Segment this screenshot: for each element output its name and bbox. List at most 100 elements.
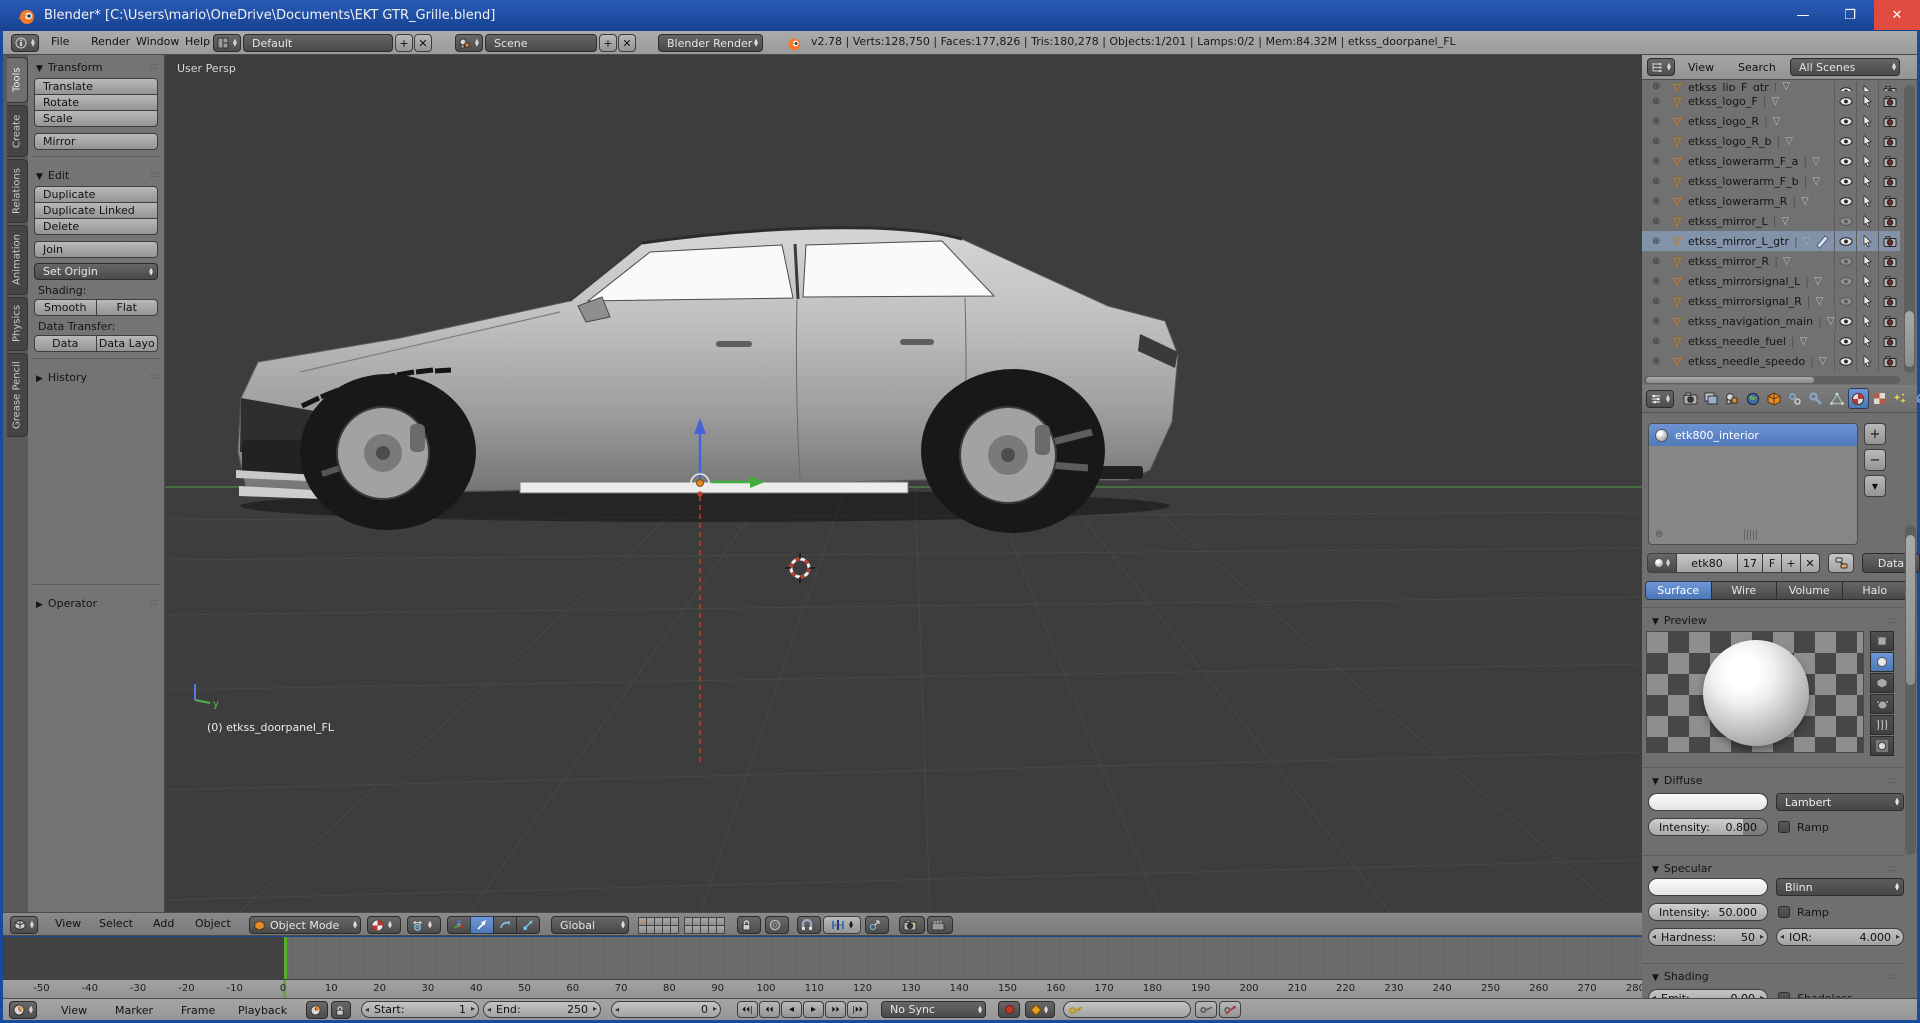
opengl-render-image-button[interactable] — [899, 916, 925, 934]
visibility-eye-toggle[interactable] — [1834, 351, 1856, 371]
visibility-eye-toggle[interactable] — [1834, 291, 1856, 311]
visibility-eye-toggle[interactable] — [1834, 271, 1856, 291]
scene-icon-button[interactable]: ▲▼ — [455, 34, 483, 52]
menu-file[interactable]: File — [51, 35, 69, 48]
timeline-menu-marker[interactable]: Marker — [115, 1004, 153, 1017]
preview-panel-header[interactable]: ▼Preview:::: — [1642, 607, 1904, 631]
scale-button[interactable]: Scale — [34, 110, 158, 127]
renderability-toggle[interactable] — [1878, 311, 1900, 331]
renderability-toggle[interactable] — [1878, 91, 1900, 111]
timeline-canvas[interactable] — [3, 937, 1642, 979]
insert-keyframe-button[interactable] — [1195, 1001, 1217, 1018]
history-panel-header[interactable]: ▶History:::: — [28, 365, 164, 388]
node-editor-button[interactable] — [1828, 553, 1854, 573]
renderability-toggle[interactable] — [1878, 171, 1900, 191]
object-name[interactable]: etkss_lowerarm_R — [1688, 195, 1787, 208]
selectability-toggle[interactable] — [1856, 311, 1878, 331]
object-name[interactable]: etkss_mirror_L_gtr — [1688, 235, 1789, 248]
visibility-eye-toggle[interactable] — [1835, 311, 1857, 331]
renderability-toggle[interactable] — [1878, 271, 1900, 291]
outliner-row[interactable]: ⊕ ▽ etkss_mirror_L | ▽ — [1642, 211, 1900, 231]
timeline-ruler[interactable]: -50-40-30-20-100102030405060708090100110… — [3, 979, 1642, 998]
play-button[interactable]: ▸ — [803, 1001, 824, 1018]
renderability-toggle[interactable] — [1878, 231, 1900, 251]
sync-dropdown[interactable]: No Sync ▲▼ — [881, 1001, 986, 1018]
material-name-field[interactable]: etk80 — [1676, 553, 1738, 573]
object-data-tab[interactable] — [1827, 388, 1848, 409]
scene-selector[interactable]: Scene — [485, 34, 597, 52]
mode-selector[interactable]: Object Mode ▲▼ — [249, 916, 361, 934]
specular-intensity-slider[interactable]: Intensity: 50.000 — [1648, 903, 1768, 921]
expand-icon[interactable]: ⊕ — [1652, 236, 1668, 247]
modifiers-tab[interactable] — [1806, 388, 1827, 409]
object-name[interactable]: etkss_mirror_L — [1688, 215, 1768, 228]
texture-tab[interactable] — [1869, 388, 1890, 409]
renderability-toggle[interactable] — [1878, 111, 1900, 131]
outliner-vertical-scrollbar[interactable] — [1904, 85, 1915, 373]
object-name[interactable]: etkss_logo_R — [1688, 115, 1759, 128]
diffuse-color-swatch[interactable] — [1648, 793, 1768, 811]
object-name[interactable]: etkss_lowerarm_F_a — [1688, 155, 1798, 168]
diffuse-panel-header[interactable]: ▼Diffuse:::: — [1642, 767, 1904, 791]
object-tab[interactable] — [1764, 388, 1785, 409]
tab-animation[interactable]: Animation — [7, 225, 28, 295]
selectability-toggle[interactable] — [1856, 251, 1878, 271]
snap-element-selector[interactable]: ▲▼ — [823, 916, 861, 934]
render-tab[interactable] — [1680, 388, 1701, 409]
visibility-eye-toggle[interactable] — [1834, 251, 1856, 271]
selectability-toggle[interactable] — [1856, 271, 1878, 291]
timeline-playhead[interactable] — [284, 937, 287, 979]
scrollbar-thumb[interactable] — [1646, 377, 1814, 383]
car-model[interactable] — [236, 228, 1178, 533]
material-tab-selected[interactable] — [1848, 388, 1869, 409]
shading-panel-header[interactable]: ▼Shading:::: — [1642, 963, 1904, 987]
object-name[interactable]: etkss_lip_F_gtr — [1688, 81, 1769, 91]
edit-panel-header[interactable]: ▼Edit:::: — [28, 163, 164, 186]
editor-type-button[interactable]: ▲▼ — [1647, 58, 1675, 76]
viewport-menu-object[interactable]: Object — [195, 917, 231, 930]
render-layers-tab[interactable] — [1701, 388, 1722, 409]
viewport-shading-selector[interactable]: ▲▼ — [367, 916, 401, 934]
layers-widget-2[interactable] — [685, 917, 725, 934]
jump-prev-keyframe-button[interactable]: ⏴⏴ — [759, 1001, 780, 1018]
timeline-menu-playback[interactable]: Playback — [238, 1004, 287, 1017]
selectability-toggle[interactable] — [1856, 151, 1878, 171]
decrement-arrow-icon[interactable]: ◂ — [1652, 932, 1656, 941]
visibility-eye-toggle[interactable] — [1834, 211, 1856, 231]
selectability-toggle[interactable] — [1856, 211, 1878, 231]
surface-tab[interactable]: Surface — [1645, 581, 1712, 600]
minimize-button[interactable]: — — [1780, 0, 1826, 30]
diffuse-intensity-slider[interactable]: Intensity: 0.800 — [1648, 818, 1768, 836]
join-button[interactable]: Join — [34, 241, 158, 258]
expand-icon[interactable]: ⊕ — [1652, 81, 1668, 91]
close-scene-button[interactable]: ✕ — [618, 34, 636, 52]
selectability-toggle[interactable] — [1856, 351, 1878, 371]
renderability-toggle[interactable] — [1878, 351, 1900, 371]
outliner-menu-search[interactable]: Search — [1738, 61, 1776, 74]
visibility-eye-toggle[interactable] — [1834, 171, 1856, 191]
play-reverse-button[interactable]: ◂ — [781, 1001, 802, 1018]
selectability-toggle[interactable] — [1856, 171, 1878, 191]
list-resize-grip[interactable] — [1744, 530, 1758, 540]
selectability-toggle[interactable] — [1856, 91, 1878, 111]
timeline-menu-frame[interactable]: Frame — [181, 1004, 215, 1017]
timeline-menu-view[interactable]: View — [61, 1004, 87, 1017]
browse-material-button[interactable]: ▲▼ — [1647, 553, 1677, 573]
editor-type-button[interactable]: ▲▼ — [11, 34, 39, 52]
jump-to-start-button[interactable]: ⏴⏴| — [737, 1001, 758, 1018]
outliner-row[interactable]: ⊕ ▽ etkss_logo_R_b | ▽ — [1642, 131, 1900, 151]
decrement-arrow-icon[interactable]: ◂ — [1780, 932, 1784, 941]
object-name[interactable]: etkss_mirror_R — [1688, 255, 1769, 268]
expand-icon[interactable]: ⊕ — [1655, 529, 1663, 540]
snap-target-button[interactable] — [865, 916, 889, 934]
expand-icon[interactable]: ⊕ — [1652, 116, 1668, 127]
show-seconds-button[interactable] — [306, 1001, 328, 1019]
object-name[interactable]: etkss_logo_R_b — [1688, 135, 1772, 148]
delete-keyframe-button[interactable] — [1219, 1001, 1241, 1018]
selectability-toggle[interactable] — [1856, 81, 1878, 91]
specular-ramp-checkbox[interactable] — [1778, 906, 1790, 918]
visibility-eye-toggle[interactable] — [1834, 191, 1856, 211]
data-button[interactable]: Data — [34, 335, 97, 352]
diffuse-shader-dropdown[interactable]: Lambert▲▼ — [1776, 793, 1904, 811]
add-scene-button[interactable]: + — [599, 34, 617, 52]
